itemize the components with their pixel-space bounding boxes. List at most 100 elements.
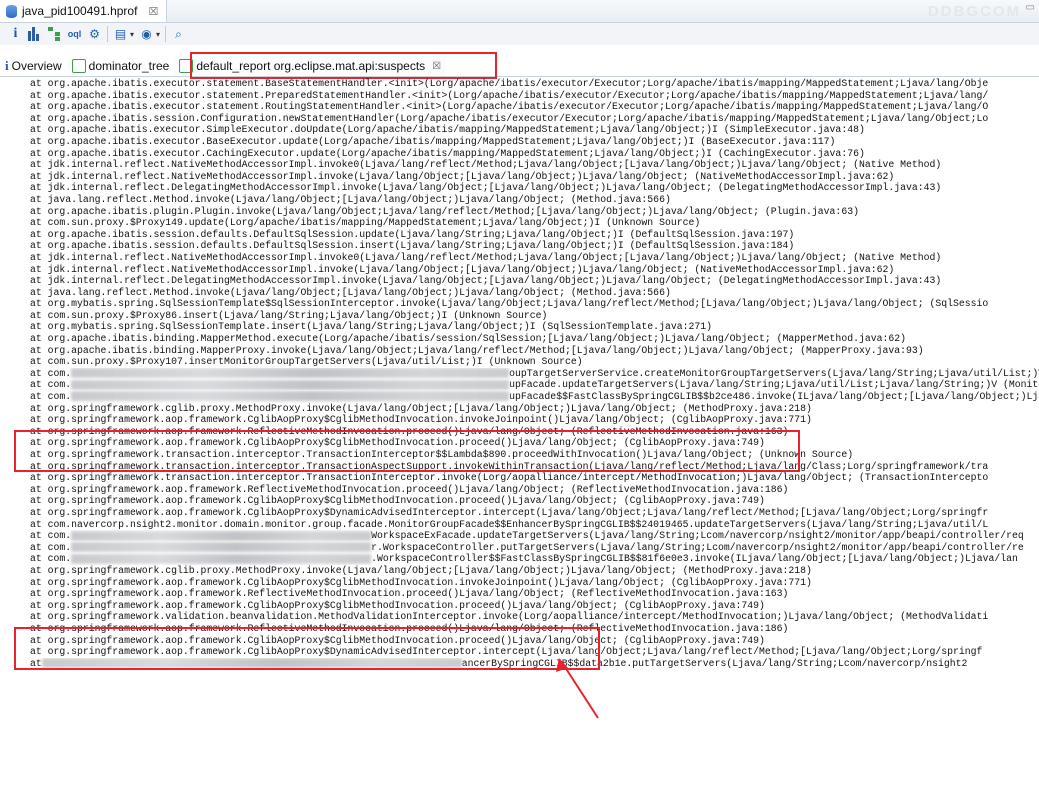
stack-frame-text: at jdk.internal.reflect.NativeMethodAcce… — [30, 159, 942, 171]
stack-frame-line[interactable]: at org.apache.ibatis.executor.statement.… — [0, 78, 1039, 90]
stack-frame-line[interactable]: at org.apache.ibatis.binding.MapperMetho… — [0, 333, 1039, 345]
redacted-text — [41, 658, 462, 669]
stack-frame-text: at com. — [30, 530, 72, 542]
stack-frame-text: at jdk.internal.reflect.NativeMethodAcce… — [30, 251, 942, 263]
stack-frame-text: at java.lang.reflect.Method.invoke(Ljava… — [30, 286, 671, 298]
stack-frame-text: at org.springframework.aop.framework.Cgl… — [30, 634, 765, 646]
info-icon[interactable]: i — [8, 26, 23, 42]
redacted-text — [71, 379, 510, 390]
report-icon[interactable]: ◉ — [139, 26, 154, 42]
dominator-tree-icon[interactable] — [48, 27, 62, 41]
redacted-text — [71, 391, 510, 402]
minimize-icon[interactable]: ▭ — [1026, 2, 1035, 13]
stack-frame-text: at org.springframework.transaction.inter… — [30, 472, 989, 484]
stack-frame-text: at com.navercorp.nsight2.monitor.domain.… — [30, 518, 989, 530]
histogram-icon[interactable] — [28, 27, 43, 41]
stack-frame-line[interactable]: at org.apache.ibatis.executor.SimpleExec… — [0, 124, 1039, 136]
stack-frame-line[interactable]: at com. WorkspaceExFacade.updateTargetSer… — [0, 530, 1039, 542]
stack-frame-text: at com. — [30, 553, 72, 565]
stack-frame-line[interactable]: at org.springframework.aop.framework.Cgl… — [0, 414, 1039, 426]
stack-frame-line[interactable]: at org.mybatis.spring.SqlSessionTemplate… — [0, 298, 1039, 310]
stack-frame-line[interactable]: at com. r.WorkspaceController.putTargetSe… — [0, 542, 1039, 554]
stack-frame-line[interactable]: at jdk.internal.reflect.DelegatingMethod… — [0, 275, 1039, 287]
stack-frame-text: at org.apache.ibatis.executor.CachingExe… — [30, 147, 865, 159]
stack-frame-line[interactable]: at jdk.internal.reflect.NativeMethodAcce… — [0, 171, 1039, 183]
chevron-down-icon[interactable]: ▾ — [156, 30, 160, 39]
stack-frame-line[interactable]: at com. upFacade$$FastClassBySpringCGLIB$… — [0, 391, 1039, 403]
stack-frame-line[interactable]: at org.mybatis.spring.SqlSessionTemplate… — [0, 321, 1039, 333]
search-icon[interactable]: ⌕ — [171, 26, 186, 42]
stack-frame-text: upFacade.updateTargetServers(Ljava/lang/… — [509, 379, 1039, 391]
stack-frame-text: at java.lang.reflect.Method.invoke(Ljava… — [30, 193, 671, 205]
stack-frame-text: at org.springframework.aop.framework.Ref… — [30, 425, 789, 437]
stack-frame-line[interactable]: at org.apache.ibatis.session.Configurati… — [0, 113, 1039, 125]
stack-frame-text: at org.springframework.transaction.inter… — [30, 449, 854, 460]
stack-frame-line[interactable]: at org.springframework.aop.framework.Cgl… — [0, 600, 1039, 612]
editor-tab-bar: java_pid100491.hprof ☒ DDBGCOM ▭ — [0, 0, 1039, 23]
stack-frame-line[interactable]: at org.apache.ibatis.executor.CachingExe… — [0, 148, 1039, 160]
stack-frame-line[interactable]: at org.apache.ibatis.session.defaults.De… — [0, 240, 1039, 252]
watermark: DDBGCOM — [927, 3, 1021, 20]
stack-frame-line[interactable]: at org.apache.ibatis.executor.BaseExecut… — [0, 136, 1039, 148]
stack-frame-text: at com.sun.proxy.$Proxy107.insertMonitor… — [30, 356, 583, 368]
stack-frame-line[interactable]: at org.springframework.aop.framework.Ref… — [0, 484, 1039, 496]
stack-frame-line[interactable]: at org.springframework.transaction.inter… — [0, 461, 1039, 473]
layout-icon[interactable]: ▤ — [113, 26, 128, 42]
stack-frame-line[interactable]: at org.springframework.aop.framework.Cgl… — [0, 495, 1039, 507]
stack-frame-line[interactable]: at org.springframework.aop.framework.Cgl… — [0, 635, 1039, 647]
stack-frame-text: at — [30, 657, 42, 669]
tab-dominator-tree[interactable]: dominator_tree — [67, 56, 175, 76]
stack-frame-text: at jdk.internal.reflect.NativeMethodAcce… — [30, 263, 895, 275]
stack-frame-line[interactable]: at org.springframework.aop.framework.Cgl… — [0, 646, 1039, 658]
close-icon[interactable]: ☒ — [148, 5, 158, 18]
stack-frame-line[interactable]: at org.springframework.aop.framework.Ref… — [0, 588, 1039, 600]
stack-frame-line[interactable]: at org.springframework.aop.framework.Ref… — [0, 623, 1039, 635]
stack-frame-line[interactable]: at com. oupTargetServerService.createMoni… — [0, 368, 1039, 380]
stack-frame-line[interactable]: at org.apache.ibatis.plugin.Plugin.invok… — [0, 206, 1039, 218]
tab-overview[interactable]: i Overview — [0, 56, 67, 76]
stack-frame-line[interactable]: at org.springframework.aop.framework.Cgl… — [0, 507, 1039, 519]
thread-overview-icon[interactable]: ⚙ — [87, 26, 102, 42]
stack-frame-text: at org.apache.ibatis.session.defaults.De… — [30, 240, 795, 252]
stack-frame-line[interactable]: at java.lang.reflect.Method.invoke(Ljava… — [0, 287, 1039, 299]
stack-frame-line[interactable]: at org.springframework.aop.framework.Cgl… — [0, 437, 1039, 449]
redacted-text — [71, 542, 372, 553]
stack-frame-line[interactable]: at com.navercorp.nsight2.monitor.domain.… — [0, 519, 1039, 531]
stack-frame-line[interactable]: at org.springframework.validation.beanva… — [0, 611, 1039, 623]
stack-frame-line[interactable]: at com. upFacade.updateTargetServers(Ljav… — [0, 379, 1039, 391]
stack-frame-line[interactable]: at org.apache.ibatis.session.defaults.De… — [0, 229, 1039, 241]
stack-frame-line[interactable]: at jdk.internal.reflect.DelegatingMethod… — [0, 182, 1039, 194]
stack-frame-line[interactable]: at org.springframework.aop.framework.Ref… — [0, 426, 1039, 438]
tab-label: Overview — [11, 59, 62, 73]
stack-frame-line[interactable]: at jdk.internal.reflect.NativeMethodAcce… — [0, 252, 1039, 264]
stack-trace-panel: at org.apache.ibatis.executor.statement.… — [0, 78, 1039, 793]
stack-frame-line[interactable]: at org.apache.ibatis.executor.statement.… — [0, 90, 1039, 102]
stack-frame-line[interactable]: at com.sun.proxy.$Proxy86.insert(Ljava/l… — [0, 310, 1039, 322]
stack-frame-line[interactable]: at com. .WorkspaceController$$FastClassBy… — [0, 553, 1039, 565]
stack-frame-line[interactable]: at com.sun.proxy.$Proxy149.update(Lorg/a… — [0, 217, 1039, 229]
stack-frame-text: at org.springframework.aop.framework.Ref… — [30, 588, 789, 600]
stack-frame-text: at com. — [30, 391, 72, 403]
stack-frame-text: at org.springframework.aop.framework.Ref… — [30, 483, 789, 495]
stack-frame-text: at org.apache.ibatis.executor.SimpleExec… — [30, 124, 865, 136]
stack-frame-text: at org.springframework.aop.framework.Cgl… — [30, 599, 765, 611]
stack-frame-line[interactable]: at org.springframework.cglib.proxy.Metho… — [0, 565, 1039, 577]
stack-frame-line[interactable]: at com.sun.proxy.$Proxy107.insertMonitor… — [0, 356, 1039, 368]
stack-frame-text: at jdk.internal.reflect.DelegatingMethod… — [30, 275, 942, 287]
oql-icon[interactable]: oql — [67, 26, 82, 42]
stack-frame-line[interactable]: at org.springframework.transaction.inter… — [0, 472, 1039, 484]
stack-frame-line[interactable]: at jdk.internal.reflect.NativeMethodAcce… — [0, 264, 1039, 276]
stack-frame-line[interactable]: at ancerBySpringCGLIB$$data2b1e.putTarget… — [0, 658, 1039, 670]
stack-frame-line[interactable]: at org.springframework.transaction.inter… — [0, 449, 1039, 461]
stack-frame-line[interactable]: at java.lang.reflect.Method.invoke(Ljava… — [0, 194, 1039, 206]
dominator-tree-icon — [71, 59, 86, 73]
stack-frame-text: at jdk.internal.reflect.DelegatingMethod… — [30, 182, 942, 194]
stack-frame-line[interactable]: at org.apache.ibatis.executor.statement.… — [0, 101, 1039, 113]
stack-frame-line[interactable]: at org.apache.ibatis.binding.MapperProxy… — [0, 345, 1039, 357]
editor-tab-hprof[interactable]: java_pid100491.hprof ☒ — [0, 0, 168, 22]
stack-frame-line[interactable]: at jdk.internal.reflect.NativeMethodAcce… — [0, 159, 1039, 171]
chevron-down-icon[interactable]: ▾ — [130, 30, 134, 39]
stack-frame-text: WorkspaceExFacade.updateTargetServers(Lj… — [371, 530, 1024, 542]
stack-frame-line[interactable]: at org.springframework.aop.framework.Cgl… — [0, 577, 1039, 589]
stack-frame-line[interactable]: at org.springframework.cglib.proxy.Metho… — [0, 403, 1039, 415]
